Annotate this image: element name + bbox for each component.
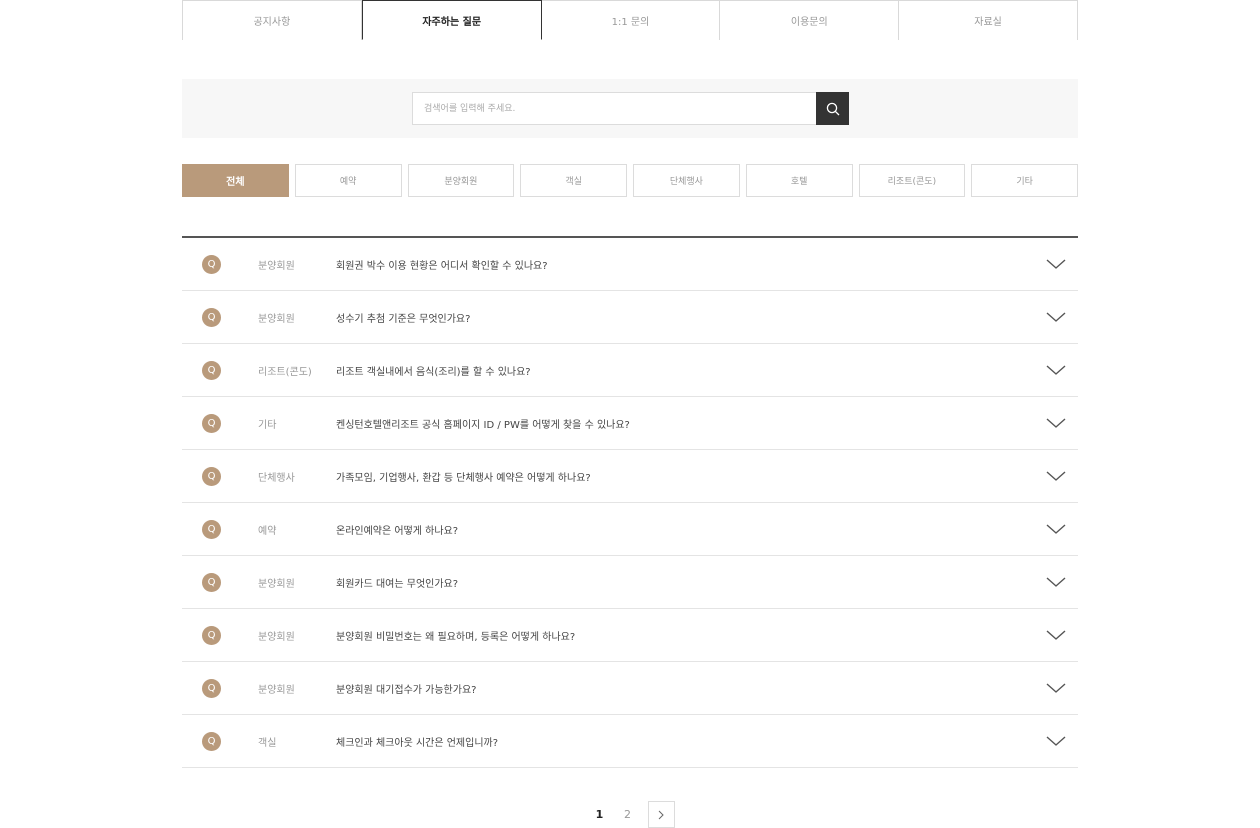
faq-item[interactable]: Q 단체행사 가족모임, 기업행사, 환갑 등 단체행사 예약은 어떻게 하나요? [182,450,1078,503]
faq-item[interactable]: Q 예약 온라인예약은 어떻게 하나요? [182,503,1078,556]
chevron-down-icon[interactable] [1046,469,1066,483]
chevron-down-icon[interactable] [1046,363,1066,377]
page-2[interactable]: 2 [614,801,642,828]
category-member[interactable]: 분양회원 [407,164,515,197]
faq-category: 객실 [258,737,277,749]
q-badge: Q [202,625,221,645]
q-badge: Q [202,254,221,274]
chevron-down-icon[interactable] [1046,734,1066,748]
tab-faq[interactable]: 자주하는 질문 [361,0,542,40]
faq-category: 분양회원 [258,578,295,590]
chevron-down-icon[interactable] [1046,257,1066,271]
faq-category: 분양회원 [258,260,295,272]
faq-question: 리조트 객실내에서 음식(조리)를 할 수 있나요? [336,366,531,378]
faq-item[interactable]: Q 분양회원 회원카드 대여는 무엇인가요? [182,556,1078,609]
category-group-event[interactable]: 단체행사 [633,164,740,197]
search-input[interactable] [412,92,816,125]
q-badge: Q [202,413,221,433]
tab-inquiry[interactable]: 1:1 문의 [541,0,721,40]
category-filter: 전체 예약 분양회원 객실 단체행사 호텔 리조트(콘도) 기타 [182,164,1078,197]
faq-category: 분양회원 [258,631,295,643]
page-1[interactable]: 1 [586,801,614,828]
faq-item[interactable]: Q 기타 켄싱턴호텔앤리조트 공식 홈페이지 ID / PW를 어떻게 찾을 수 있… [182,397,1078,450]
q-badge: Q [202,307,221,327]
faq-category: 분양회원 [258,684,295,696]
faq-category: 분양회원 [258,313,295,325]
q-badge: Q [202,519,221,539]
search-form [412,92,849,125]
faq-category: 리조트(콘도) [258,366,312,378]
next-page-button[interactable] [647,801,675,828]
faq-list: Q 분양회원 회원권 박수 이용 현황은 어디서 확인할 수 있나요? Q 분양회원 성수… [182,236,1078,768]
chevron-down-icon[interactable] [1046,575,1066,589]
board-tabs: 공지사항 자주하는 질문 1:1 문의 이용문의 자료실 [182,0,1078,40]
category-all[interactable]: 전체 [182,164,289,197]
faq-question: 회원권 박수 이용 현황은 어디서 확인할 수 있나요? [336,260,548,272]
pagination: 1 2 [182,801,1078,828]
chevron-right-icon [658,810,664,819]
chevron-down-icon[interactable] [1046,310,1066,324]
chevron-down-icon[interactable] [1046,628,1066,642]
category-room[interactable]: 객실 [520,164,627,197]
q-badge: Q [202,360,221,380]
q-badge: Q [202,466,221,486]
faq-question: 성수기 추첨 기준은 무엇인가요? [336,313,471,325]
category-reservation[interactable]: 예약 [294,164,402,197]
q-badge: Q [202,678,221,698]
q-badge: Q [202,572,221,592]
search-area [182,79,1078,138]
search-icon [826,102,839,115]
tab-notice[interactable]: 공지사항 [182,0,362,40]
faq-question: 체크인과 체크아웃 시간은 언제입니까? [336,737,499,749]
chevron-down-icon[interactable] [1046,681,1066,695]
faq-question: 켄싱턴호텔앤리조트 공식 홈페이지 ID / PW를 어떻게 찾을 수 있나요? [336,419,630,431]
faq-item[interactable]: Q 분양회원 성수기 추첨 기준은 무엇인가요? [182,291,1078,344]
faq-question: 회원카드 대여는 무엇인가요? [336,578,459,590]
faq-item[interactable]: Q 분양회원 회원권 박수 이용 현황은 어디서 확인할 수 있나요? [182,238,1078,291]
faq-category: 예약 [258,525,277,537]
faq-item[interactable]: Q 분양회원 분양회원 비밀번호는 왜 필요하며, 등록은 어떻게 하나요? [182,609,1078,662]
faq-item[interactable]: Q 분양회원 분양회원 대기접수가 가능한가요? [182,662,1078,715]
tab-usage-inquiry[interactable]: 이용문의 [720,0,900,40]
chevron-down-icon[interactable] [1046,416,1066,430]
faq-question: 가족모임, 기업행사, 환갑 등 단체행사 예약은 어떻게 하나요? [336,472,591,484]
q-badge: Q [202,731,221,751]
faq-item[interactable]: Q 리조트(콘도) 리조트 객실내에서 음식(조리)를 할 수 있나요? [182,344,1078,397]
faq-category: 기타 [258,419,277,431]
faq-category: 단체행사 [258,472,295,484]
faq-question: 온라인예약은 어떻게 하나요? [336,525,459,537]
tab-archive[interactable]: 자료실 [899,0,1078,40]
category-hotel[interactable]: 호텔 [745,164,853,197]
faq-question: 분양회원 대기접수가 가능한가요? [336,684,477,696]
chevron-down-icon[interactable] [1046,522,1066,536]
category-etc[interactable]: 기타 [971,164,1078,197]
category-resort[interactable]: 리조트(콘도) [858,164,966,197]
faq-item[interactable]: Q 객실 체크인과 체크아웃 시간은 언제입니까? [182,715,1078,768]
search-button[interactable] [816,92,849,125]
faq-question: 분양회원 비밀번호는 왜 필요하며, 등록은 어떻게 하나요? [336,631,576,643]
